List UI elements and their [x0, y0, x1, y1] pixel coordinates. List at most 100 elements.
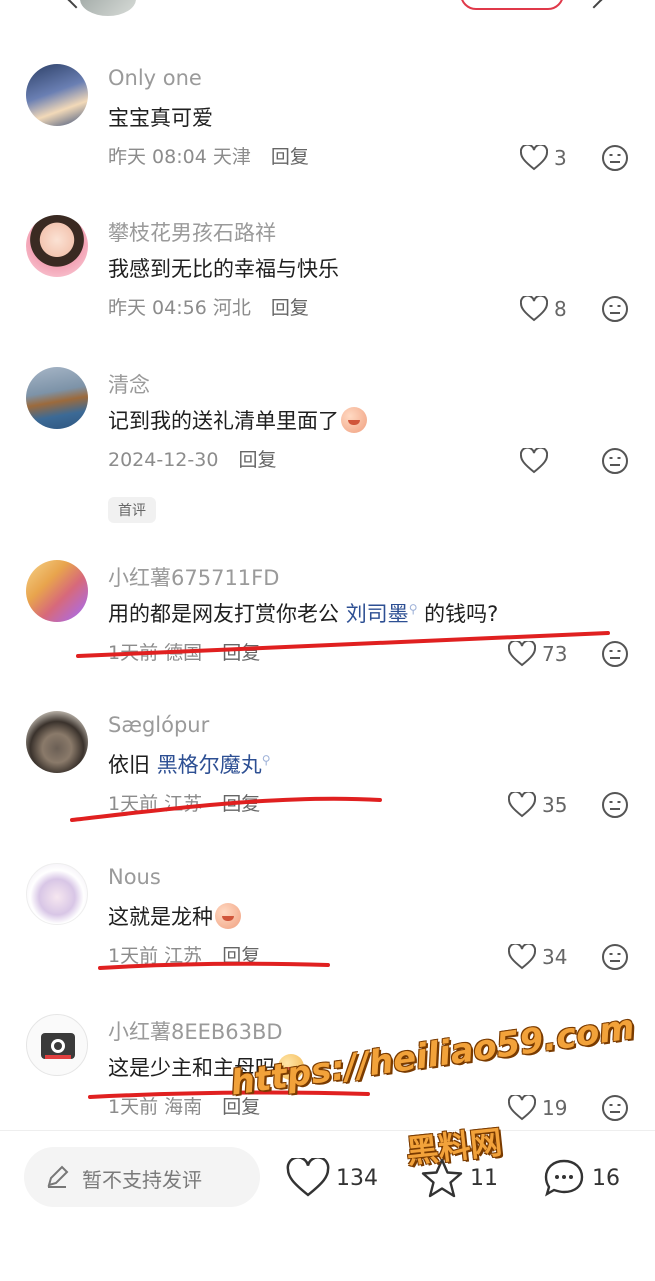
comment-meta: 1天前 德国 回复 — [108, 638, 260, 665]
share-icon[interactable] — [585, 0, 603, 9]
like-button[interactable]: 34 — [508, 943, 567, 971]
like-count: 35 — [542, 793, 568, 817]
emoji-reaction-icon[interactable] — [601, 447, 629, 475]
comment-location: 天津 — [212, 146, 251, 168]
like-button[interactable] — [520, 447, 554, 475]
comment-input-placeholder: 暂不支持发评 — [82, 1168, 202, 1192]
comment-author[interactable]: 小红薯675711FD — [108, 562, 279, 592]
pig-emoji-icon — [341, 407, 367, 433]
comment-location: 河北 — [212, 297, 251, 319]
search-icon: ⚲ — [408, 602, 418, 616]
heart-icon — [508, 944, 536, 970]
heart-icon — [520, 296, 548, 322]
like-count: 8 — [554, 297, 567, 321]
comment-meta: 1天前 海南 回复 — [108, 1092, 260, 1119]
comment-text-content: 记到我的送礼清单里面了 — [108, 409, 339, 433]
reply-button[interactable]: 回复 — [222, 793, 260, 815]
reply-button[interactable]: 回复 — [238, 449, 276, 471]
comment-time: 昨天 04:56 — [108, 297, 207, 319]
like-button[interactable]: 73 — [508, 640, 567, 668]
bottom-action-bar: 暂不支持发评 134 11 16 — [0, 1130, 655, 1281]
reply-button[interactable]: 回复 — [271, 146, 309, 168]
topic-link[interactable]: 黑格尔魔丸 — [157, 753, 262, 777]
collect-button[interactable]: 11 — [420, 1153, 498, 1203]
avatar[interactable] — [26, 1014, 88, 1076]
like-button[interactable]: 19 — [508, 1094, 567, 1122]
comment-time: 1天前 — [108, 793, 159, 815]
pig-emoji-icon — [278, 1054, 304, 1080]
comment-author[interactable]: 小红薯8EEB63BD — [108, 1016, 283, 1046]
comments-button[interactable]: 16 — [542, 1153, 620, 1203]
comment-meta: 1天前 江苏 回复 — [108, 941, 260, 968]
avatar[interactable] — [26, 215, 88, 277]
heart-icon — [508, 1095, 536, 1121]
comment-author[interactable]: Sæglópur — [108, 713, 209, 737]
avatar[interactable] — [26, 64, 88, 126]
author-avatar[interactable] — [80, 0, 136, 16]
comment-location: 江苏 — [164, 945, 203, 967]
comment-author[interactable]: Nous — [108, 865, 161, 889]
avatar[interactable] — [26, 863, 88, 925]
comment-text: 这是少主和主母吗 — [108, 1052, 304, 1082]
comment-text: 依旧 黑格尔魔丸⚲ — [108, 749, 270, 779]
comment-text-content: 这就是龙种 — [108, 905, 213, 929]
emoji-reaction-icon[interactable] — [601, 791, 629, 819]
comment-time: 昨天 08:04 — [108, 146, 207, 168]
comment-meta: 昨天 08:04 天津 回复 — [108, 142, 309, 169]
emoji-reaction-icon[interactable] — [601, 295, 629, 323]
avatar[interactable] — [26, 367, 88, 429]
like-post-button[interactable]: 134 — [286, 1153, 378, 1203]
comment-time: 1天前 — [108, 1096, 159, 1118]
emoji-reaction-icon[interactable] — [601, 144, 629, 172]
heart-icon — [286, 1158, 330, 1197]
like-button[interactable]: 35 — [508, 791, 567, 819]
heart-icon — [508, 792, 536, 818]
reply-button[interactable]: 回复 — [222, 642, 260, 664]
comment-text: 用的都是网友打赏你老公 刘司墨⚲ 的钱吗? — [108, 598, 498, 628]
comment-text: 我感到无比的幸福与快乐 — [108, 257, 339, 281]
search-icon: ⚲ — [261, 753, 271, 767]
comment-text-content: 依旧 — [108, 753, 150, 777]
star-icon — [421, 1158, 463, 1198]
reply-button[interactable]: 回复 — [271, 297, 309, 319]
comment-text-content: 的钱吗? — [424, 602, 499, 626]
comment-location: 德国 — [164, 642, 203, 664]
reply-button[interactable]: 回复 — [222, 1096, 260, 1118]
avatar[interactable] — [26, 711, 88, 773]
comment-bubble-icon — [544, 1159, 584, 1197]
like-button[interactable]: 8 — [520, 295, 567, 323]
post-comment-count: 16 — [592, 1165, 620, 1191]
emoji-reaction-icon[interactable] — [601, 943, 629, 971]
comment-text: 记到我的送礼清单里面了 — [108, 405, 367, 435]
like-count: 3 — [554, 146, 567, 170]
comment-text-content: 用的都是网友打赏你老公 — [108, 602, 339, 626]
post-like-count: 134 — [336, 1165, 378, 1191]
follow-button[interactable] — [460, 0, 564, 10]
comment-author[interactable]: 清念 — [108, 369, 150, 399]
comment-text-content: 这是少主和主母吗 — [108, 1056, 276, 1080]
comment-text: 宝宝真可爱 — [108, 106, 213, 130]
like-button[interactable]: 3 — [520, 144, 567, 172]
emoji-reaction-icon[interactable] — [601, 1094, 629, 1122]
comment-time: 1天前 — [108, 642, 159, 664]
post-collect-count: 11 — [470, 1165, 498, 1191]
comment-meta: 昨天 04:56 河北 回复 — [108, 293, 309, 320]
comment-input[interactable]: 暂不支持发评 — [24, 1147, 260, 1207]
pencil-icon — [47, 1165, 69, 1188]
avatar[interactable] — [26, 560, 88, 622]
comment-meta: 1天前 江苏 回复 — [108, 789, 260, 816]
like-count: 19 — [542, 1096, 568, 1120]
topic-link[interactable]: 刘司墨 — [346, 602, 409, 626]
comment-text: 这就是龙种 — [108, 901, 241, 931]
comment-author[interactable]: 攀枝花男孩石路祥 — [108, 217, 276, 247]
reply-button[interactable]: 回复 — [222, 945, 260, 967]
comment-meta: 2024-12-30 回复 — [108, 445, 276, 472]
comment-location: 海南 — [164, 1096, 203, 1118]
comment-location: 江苏 — [164, 793, 203, 815]
like-count: 73 — [542, 642, 568, 666]
comment-time: 1天前 — [108, 945, 159, 967]
comment-time: 2024-12-30 — [108, 449, 219, 471]
comment-author[interactable]: Only one — [108, 66, 202, 90]
first-comment-badge: 首评 — [108, 497, 156, 523]
emoji-reaction-icon[interactable] — [601, 640, 629, 668]
